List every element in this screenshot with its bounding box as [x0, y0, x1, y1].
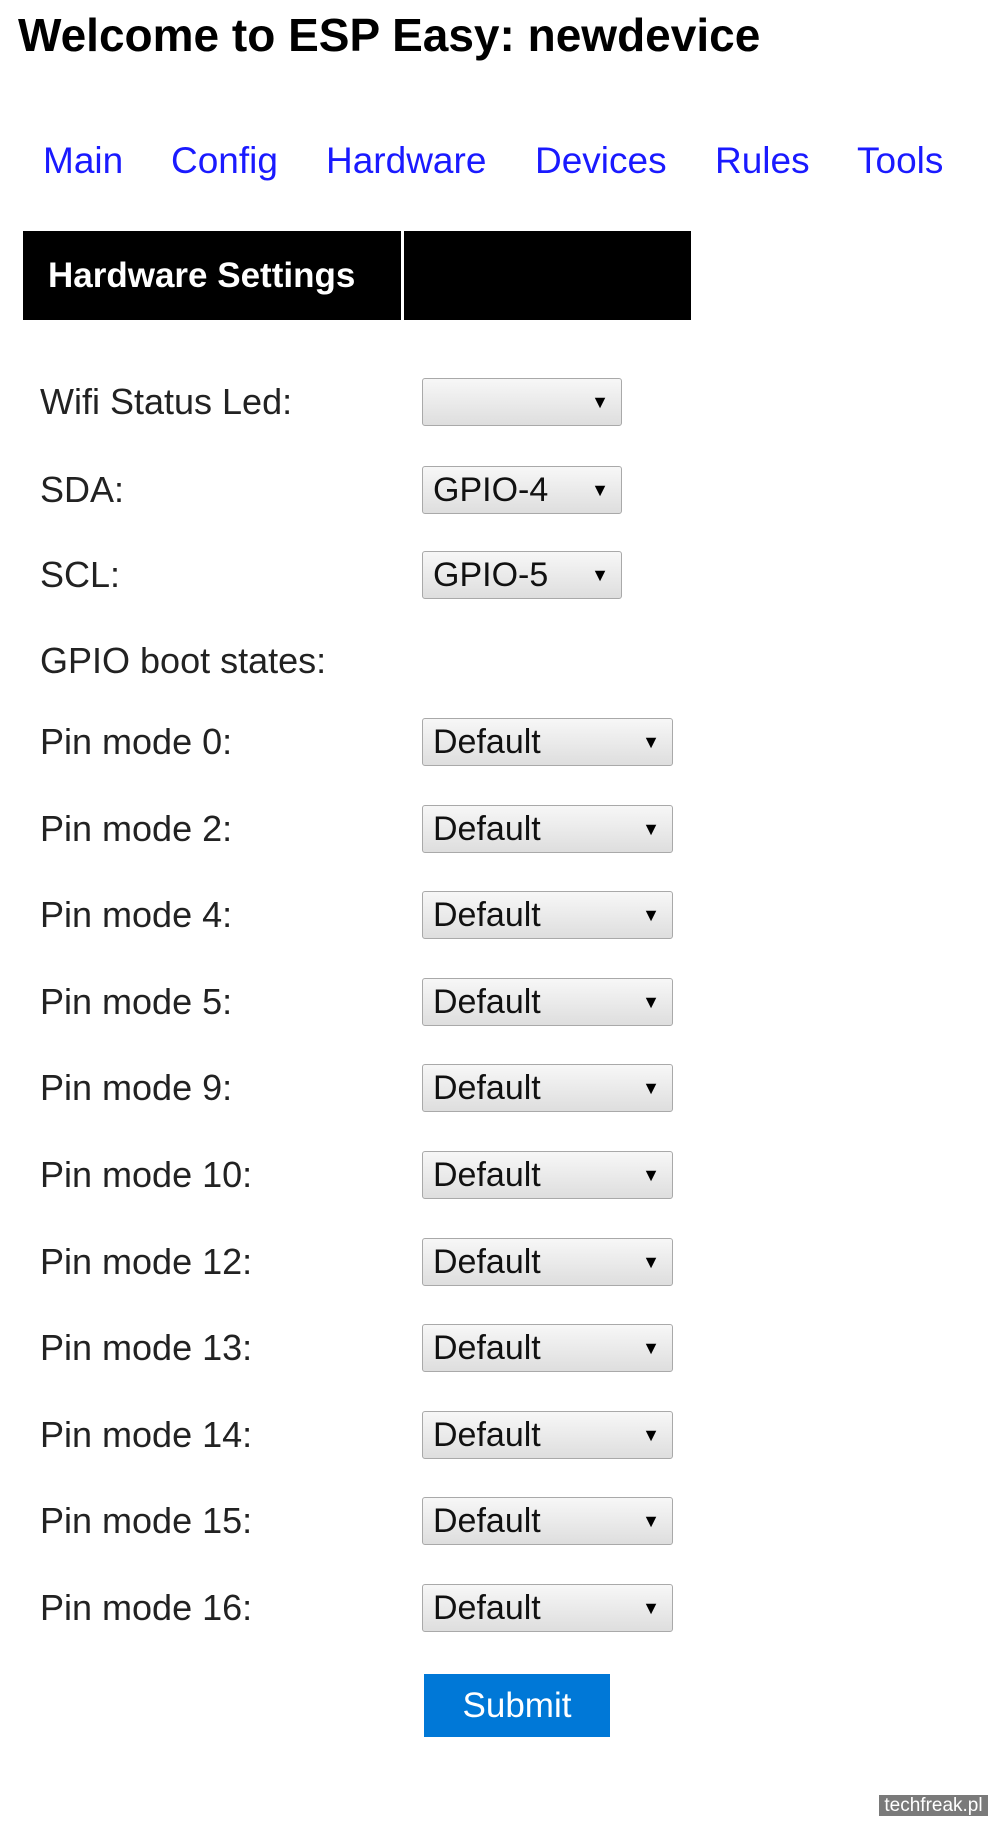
- pin-mode-0-row: Pin mode 0: Default ▼: [0, 718, 1000, 766]
- pin-mode-0-select[interactable]: Default ▼: [422, 718, 673, 766]
- pin-mode-13-select[interactable]: Default ▼: [422, 1324, 673, 1373]
- page-title: Welcome to ESP Easy: newdevice: [18, 9, 761, 61]
- selected-value: Default: [433, 1502, 541, 1541]
- selected-value: Default: [433, 1589, 541, 1627]
- chevron-down-icon: ▼: [642, 905, 660, 926]
- selected-value: Default: [433, 1415, 541, 1454]
- wifi-status-led-row: Wifi Status Led: ▼: [0, 378, 1000, 426]
- pin-mode-16-row: Pin mode 16: Default ▼: [0, 1584, 1000, 1632]
- submit-button[interactable]: Submit: [424, 1674, 610, 1737]
- pin-mode-13-label: Pin mode 13:: [40, 1327, 253, 1369]
- nav-devices[interactable]: Devices: [535, 140, 667, 182]
- pin-mode-10-label: Pin mode 10:: [40, 1154, 253, 1195]
- pin-mode-14-row: Pin mode 14: Default ▼: [0, 1410, 1000, 1459]
- pin-mode-4-row: Pin mode 4: Default ▼: [0, 891, 1000, 940]
- wifi-status-led-label: Wifi Status Led:: [40, 381, 293, 422]
- scl-label: SCL:: [40, 554, 121, 595]
- sda-row: SDA: GPIO-4 ▼: [0, 466, 1000, 514]
- chevron-down-icon: ▼: [591, 392, 609, 412]
- wifi-status-led-select[interactable]: ▼: [422, 378, 622, 426]
- gpio-boot-states-row: GPIO boot states:: [0, 637, 1000, 685]
- pin-mode-2-label: Pin mode 2:: [40, 807, 233, 849]
- pin-mode-12-row: Pin mode 12: Default ▼: [0, 1237, 1000, 1286]
- pin-mode-9-row: Pin mode 9: Default ▼: [0, 1064, 1000, 1113]
- pin-mode-5-row: Pin mode 5: Default ▼: [0, 977, 1000, 1026]
- nav-main[interactable]: Main: [43, 140, 123, 182]
- scl-row: SCL: GPIO-5 ▼: [0, 551, 1000, 599]
- pin-mode-14-label: Pin mode 14:: [40, 1413, 253, 1455]
- pin-mode-15-label: Pin mode 15:: [40, 1500, 253, 1542]
- nav-rules[interactable]: Rules: [715, 140, 810, 182]
- pin-mode-4-label: Pin mode 4:: [40, 894, 233, 936]
- watermark: techfreak.pl: [879, 1795, 988, 1816]
- pin-mode-10-select[interactable]: Default ▼: [422, 1151, 673, 1199]
- nav-tools[interactable]: Tools: [857, 140, 943, 182]
- selected-value: Default: [433, 896, 541, 935]
- chevron-down-icon: ▼: [642, 1511, 660, 1532]
- pin-mode-13-row: Pin mode 13: Default ▼: [0, 1324, 1000, 1373]
- nav-hardware[interactable]: Hardware: [326, 140, 486, 182]
- sda-select[interactable]: GPIO-4 ▼: [422, 466, 622, 514]
- pin-mode-5-select[interactable]: Default ▼: [422, 977, 673, 1026]
- selected-value: Default: [433, 1069, 541, 1108]
- chevron-down-icon: ▼: [642, 1078, 660, 1099]
- chevron-down-icon: ▼: [642, 1165, 660, 1185]
- pin-mode-0-label: Pin mode 0:: [40, 721, 233, 762]
- nav-config[interactable]: Config: [171, 140, 278, 182]
- scl-select[interactable]: GPIO-5 ▼: [422, 551, 622, 599]
- chevron-down-icon: ▼: [642, 1598, 660, 1618]
- chevron-down-icon: ▼: [642, 1338, 660, 1359]
- selected-value: Default: [433, 1156, 541, 1194]
- pin-mode-16-select[interactable]: Default ▼: [422, 1584, 673, 1632]
- pin-mode-2-row: Pin mode 2: Default ▼: [0, 804, 1000, 853]
- pin-mode-15-row: Pin mode 15: Default ▼: [0, 1497, 1000, 1546]
- pin-mode-14-select[interactable]: Default ▼: [422, 1410, 673, 1459]
- pin-mode-2-select[interactable]: Default ▼: [422, 804, 673, 853]
- pin-mode-9-select[interactable]: Default ▼: [422, 1064, 673, 1113]
- chevron-down-icon: ▼: [642, 991, 660, 1012]
- sda-label: SDA:: [40, 469, 125, 510]
- selected-value: Default: [433, 1242, 541, 1281]
- pin-mode-9-label: Pin mode 9:: [40, 1067, 233, 1109]
- pin-mode-4-select[interactable]: Default ▼: [422, 891, 673, 940]
- section-header-right: [404, 231, 691, 320]
- selected-value: GPIO-4: [433, 471, 549, 509]
- chevron-down-icon: ▼: [642, 1251, 660, 1272]
- selected-value: Default: [433, 809, 541, 848]
- selected-value: GPIO-5: [433, 556, 549, 594]
- chevron-down-icon: ▼: [591, 480, 609, 500]
- chevron-down-icon: ▼: [642, 818, 660, 839]
- gpio-boot-states-label: GPIO boot states:: [40, 640, 327, 681]
- chevron-down-icon: ▼: [642, 732, 660, 752]
- pin-mode-12-label: Pin mode 12:: [40, 1240, 253, 1282]
- pin-mode-16-label: Pin mode 16:: [40, 1587, 253, 1628]
- pin-mode-10-row: Pin mode 10: Default ▼: [0, 1151, 1000, 1199]
- section-header: Hardware Settings: [23, 231, 401, 320]
- pin-mode-12-select[interactable]: Default ▼: [422, 1237, 673, 1286]
- pin-mode-5-label: Pin mode 5:: [40, 980, 233, 1022]
- pin-mode-15-select[interactable]: Default ▼: [422, 1497, 673, 1546]
- selected-value: Default: [433, 982, 541, 1021]
- chevron-down-icon: ▼: [642, 1424, 660, 1445]
- selected-value: Default: [433, 1329, 541, 1368]
- selected-value: Default: [433, 723, 541, 761]
- chevron-down-icon: ▼: [591, 565, 609, 585]
